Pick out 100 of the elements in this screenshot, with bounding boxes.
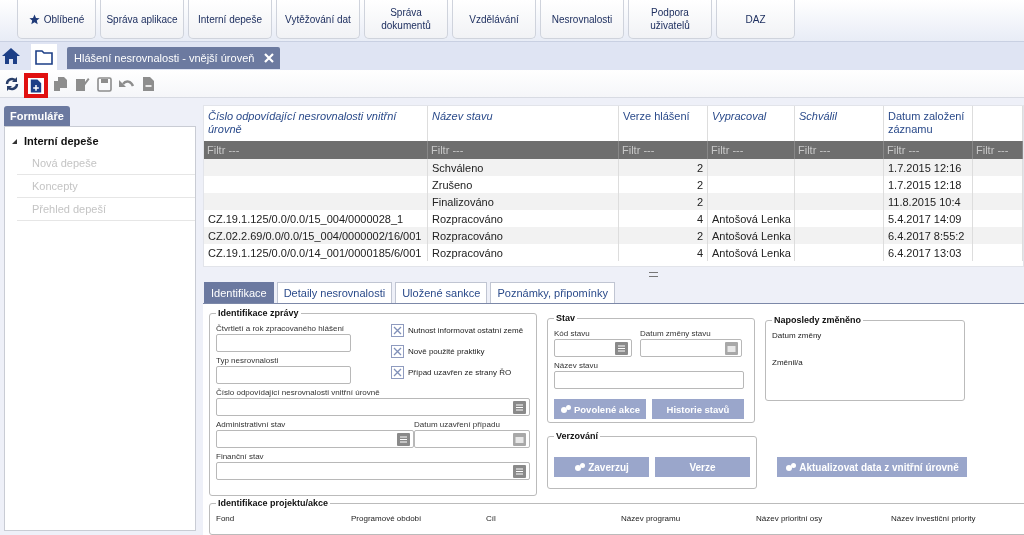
menu-button[interactable]: Podpora uživatelů	[628, 0, 712, 39]
input-field[interactable]	[554, 371, 744, 389]
table-cell: Zrušeno	[432, 178, 473, 191]
group-title: Verzování	[555, 431, 600, 441]
table-cell: 2	[696, 178, 703, 191]
field-label: Finanční stav	[216, 452, 265, 461]
list-icon[interactable]	[513, 400, 526, 414]
filter-field[interactable]: Filtr ---	[708, 142, 794, 158]
field-label: Administrativní stav	[216, 420, 287, 429]
checkbox[interactable]	[391, 324, 404, 337]
home-icon[interactable]	[1, 47, 21, 65]
tab[interactable]: Detaily nesrovnalosti	[276, 282, 393, 303]
filter-field[interactable]: Filtr ---	[973, 142, 1022, 158]
field-label: Název prioritní osy	[756, 514, 824, 523]
input-field[interactable]	[216, 430, 414, 448]
table-cell: Schváleno	[432, 161, 484, 174]
menu-button[interactable]: Správa dokumentů	[364, 0, 448, 39]
field-label: Datum změny	[772, 331, 823, 340]
checkbox[interactable]	[391, 345, 404, 358]
table-cell: Antošová Lenka	[712, 229, 791, 242]
cross-icon	[393, 368, 402, 377]
table-cell: 2	[696, 195, 703, 208]
filter-field[interactable]: Filtr ---	[428, 142, 618, 158]
calendar-icon[interactable]	[513, 432, 526, 446]
calendar-icon[interactable]	[725, 341, 738, 355]
chain-icon	[574, 462, 587, 472]
field-label: Typ nesrovnalosti	[216, 356, 280, 365]
list-icon[interactable]	[615, 341, 628, 355]
group-title: Stav	[555, 313, 576, 323]
input-field[interactable]	[216, 462, 530, 480]
field-label: Fond	[216, 514, 236, 523]
star-icon	[28, 13, 40, 25]
table-cell: 4	[696, 246, 703, 259]
input-field[interactable]	[554, 339, 632, 357]
cross-icon	[393, 326, 402, 335]
checkbox-label: Případ uzavřen ze strany ŘO	[408, 368, 512, 377]
refresh-icon[interactable]	[3, 75, 21, 92]
table-cell: CZ.02.2.69/0.0/0.0/15_004/0000002/16/001	[208, 229, 422, 242]
table-cell: 6.4.2017 13:03	[888, 246, 962, 259]
table-cell: CZ.19.1.125/0.0/0.0/15_004/0000028_1	[208, 212, 404, 225]
filter-field[interactable]: Filtr ---	[795, 142, 883, 158]
tab[interactable]: Poznámky, připomínky	[490, 282, 615, 303]
group-title: Naposledy změněno	[773, 315, 863, 325]
field-label: Kód stavu	[554, 329, 591, 338]
close-icon[interactable]	[264, 53, 275, 63]
table-cell: 6.4.2017 8:55:2	[888, 229, 965, 242]
chain-icon	[785, 462, 798, 472]
group-title: Identifikace zprávy	[217, 308, 300, 318]
table-cell: Rozpracováno	[432, 229, 503, 242]
tab[interactable]: Uložené sankce	[395, 282, 488, 303]
menu-button[interactable]: Interní depeše	[188, 0, 272, 39]
field-label: Změnil/a	[772, 358, 804, 367]
splitter-handle-icon[interactable]	[649, 271, 658, 277]
checkbox-label: Nutnost informovat ostatní země	[408, 326, 524, 335]
table-cell: CZ.19.1.125/0.0/0.0/14_001/0000185/6/001	[208, 246, 422, 259]
checkbox[interactable]	[391, 366, 404, 379]
table-cell: Antošová Lenka	[712, 246, 791, 259]
menu-button[interactable]: Nesrovnalosti	[540, 0, 624, 39]
field-label: Datum uzavření případu	[414, 420, 501, 429]
menu-button[interactable]: Vzdělávání	[452, 0, 536, 39]
menu-button[interactable]: Oblíbené	[17, 0, 96, 39]
list-icon[interactable]	[513, 464, 526, 478]
input-field[interactable]	[640, 339, 742, 357]
tree-item[interactable]: Interní depeše	[11, 130, 195, 152]
field-label: Čtvrtletí a rok zpracovaného hlášení	[216, 324, 346, 333]
table-cell: Finalizováno	[432, 195, 494, 208]
menu-button[interactable]: Správa aplikace	[100, 0, 184, 39]
filter-field[interactable]: Filtr ---	[884, 142, 972, 158]
field-label: Datum změny stavu	[640, 329, 712, 338]
table-cell: 1.7.2015 12:18	[888, 178, 962, 191]
input-field[interactable]	[216, 334, 351, 352]
menu-button[interactable]: DAZ	[716, 0, 795, 39]
field-label: Název programu	[621, 514, 682, 523]
input-field[interactable]	[216, 366, 351, 384]
field-label: Název stavu	[554, 361, 600, 370]
folder-icon	[35, 49, 53, 65]
new-document-icon[interactable]	[28, 77, 44, 94]
sidebar-tab[interactable]: Formuláře	[4, 106, 70, 126]
table-cell: 2	[696, 229, 703, 242]
table-cell: 5.4.2017 14:09	[888, 212, 962, 225]
list-icon[interactable]	[397, 432, 410, 446]
group-title: Identifikace projektu/akce	[217, 498, 330, 508]
table-cell: 11.8.2015 10:4	[888, 195, 961, 208]
table-cell: 2	[696, 161, 703, 174]
table-cell: Antošová Lenka	[712, 212, 791, 225]
checkbox-label: Nově použité praktiky	[408, 347, 485, 356]
field-label: Název investiční priority	[891, 514, 977, 523]
menu-button[interactable]: Vytěžování dat	[276, 0, 360, 39]
document-tab[interactable]: Hlášení nesrovnalosti - vnější úroveň	[67, 47, 281, 69]
folder-button[interactable]	[31, 44, 57, 70]
tab[interactable]: Identifikace	[204, 282, 274, 303]
field-label: Číslo odpovídající nesrovnalosti vnitřní úrovně	[216, 388, 381, 397]
input-field[interactable]	[216, 398, 530, 416]
input-field[interactable]	[414, 430, 530, 448]
table-cell: Rozpracováno	[432, 246, 503, 259]
table-cell: Rozpracováno	[432, 212, 503, 225]
filter-field[interactable]: Filtr ---	[619, 142, 707, 158]
field-label: Cíl	[486, 514, 497, 523]
filter-field[interactable]: Filtr ---	[204, 142, 427, 158]
field-label: Programové období	[351, 514, 423, 523]
